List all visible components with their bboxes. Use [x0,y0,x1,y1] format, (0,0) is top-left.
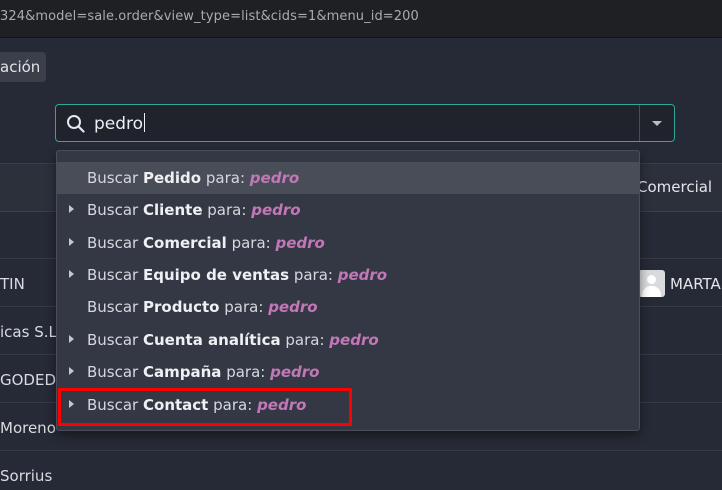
autocomplete-item-pedido[interactable]: Buscar Pedido para: pedro [57,162,639,194]
autocomplete-item-campana[interactable]: Buscar Campaña para: pedro [57,356,639,388]
caret-right-icon[interactable] [69,238,74,246]
autocomplete-item-label: Buscar Cliente para: pedro [87,201,301,219]
autocomplete-item-label: Buscar Cuenta analítica para: pedro [87,331,379,349]
url-text[interactable]: 324&model=sale.order&view_type=list&cids… [0,9,419,24]
text-caret [144,113,146,132]
highlight-annotation-box [58,388,352,426]
autocomplete-item-label: Buscar Comercial para: pedro [87,234,325,252]
browser-url-bar[interactable]: 324&model=sale.order&view_type=list&cids… [0,0,722,38]
table-row[interactable]: TIN [0,275,25,293]
autocomplete-item-label: Buscar Producto para: pedro [87,298,318,316]
search-options-toggle[interactable] [639,105,674,141]
search-box[interactable]: pedro [55,104,675,142]
user-avatar-icon [638,270,665,297]
search-input[interactable]: pedro [94,113,146,134]
avatar-body [642,286,661,297]
autocomplete-item-label: Buscar Equipo de ventas para: pedro [87,266,388,284]
column-header-comercial[interactable]: Comercial [637,178,712,196]
caret-right-icon[interactable] [69,335,74,343]
table-row[interactable]: Moreno [0,419,56,437]
search-icon [67,115,85,133]
caret-right-icon[interactable] [69,367,74,375]
caret-right-icon[interactable] [69,205,74,213]
row-divider [0,450,722,451]
autocomplete-item-label: Buscar Campaña para: pedro [87,363,320,381]
autocomplete-item-producto[interactable]: Buscar Producto para: pedro [57,291,639,323]
breadcrumb-label[interactable]: ación [0,58,40,76]
autocomplete-item-cuenta-analitica[interactable]: Buscar Cuenta analítica para: pedro [57,324,639,356]
autocomplete-item-comercial[interactable]: Buscar Comercial para: pedro [57,227,639,259]
search-input-value: pedro [94,114,144,134]
autocomplete-item-equipo-de-ventas[interactable]: Buscar Equipo de ventas para: pedro [57,259,639,291]
autocomplete-item-cliente[interactable]: Buscar Cliente para: pedro [57,194,639,226]
autocomplete-item-label: Buscar Pedido para: pedro [87,169,300,187]
caret-right-icon[interactable] [69,270,74,278]
caret-down-icon [652,121,662,126]
table-row[interactable]: Sorrius [0,467,52,485]
row-salesperson: MARTA [670,275,721,293]
avatar-head [647,275,656,284]
